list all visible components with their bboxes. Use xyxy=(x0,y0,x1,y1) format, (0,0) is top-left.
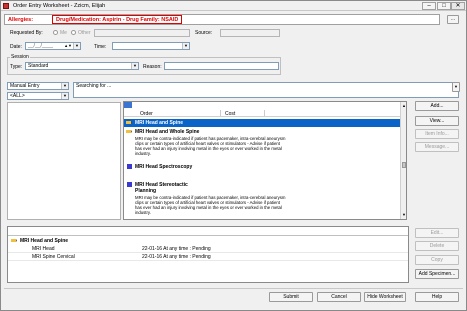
order-detail: 22-01-16 At any time : Pending xyxy=(142,254,211,260)
item-info-button[interactable]: Item Info... xyxy=(415,129,459,139)
type-label: Type: xyxy=(10,64,23,70)
col-order[interactable]: Order xyxy=(140,111,153,117)
list-item[interactable]: MRI Head Stereotactic Planning MRI may b… xyxy=(124,181,400,219)
window-title: Order Entry Worksheet - Zzicm, Elijah xyxy=(13,3,106,9)
search-input[interactable]: Searching for ... xyxy=(73,82,459,98)
footer-divider xyxy=(4,288,463,289)
allergy-bar: Allergies: Drug/Medication: Aspirin - Dr… xyxy=(4,14,440,25)
time-label: Time: xyxy=(94,44,107,50)
scroll-thumb[interactable] xyxy=(402,162,406,168)
cancel-button[interactable]: Cancel xyxy=(317,292,361,302)
date-value: __/__/____ xyxy=(28,43,54,49)
order-name: MRI Head xyxy=(32,246,55,252)
requested-by-input[interactable] xyxy=(94,29,190,37)
edit-button[interactable]: Edit... xyxy=(415,228,459,238)
view-button[interactable]: View... xyxy=(415,116,459,126)
order-icon xyxy=(11,239,17,242)
allergy-value[interactable]: Drug/Medication: Aspirin - Drug Family: … xyxy=(52,15,183,24)
help-button[interactable]: Help xyxy=(415,292,459,302)
date-dropdown-icon[interactable]: ▼ xyxy=(73,43,80,49)
type-value: Standard xyxy=(28,63,49,69)
order-detail: 22-01-16 At any time : Pending xyxy=(142,246,211,252)
reason-input[interactable] xyxy=(164,62,279,70)
date-label: Date: xyxy=(10,44,22,50)
order-name: MRI Spine Cervical xyxy=(32,254,75,260)
me-radio-label: Me xyxy=(60,30,67,36)
type-dropdown-icon[interactable]: ▼ xyxy=(131,63,138,69)
requested-by-label: Requested By: xyxy=(10,30,43,36)
add-specimen-button[interactable]: Add Specimen... xyxy=(415,269,459,279)
order-icon xyxy=(127,164,132,169)
results-list: Order Cost MRI Head and Spine MRI Head a… xyxy=(123,101,407,220)
order-icon xyxy=(126,130,132,133)
list-item-desc: MRI may be contra-indicated if patient h… xyxy=(135,136,286,156)
entry-mode-dropdown-icon[interactable]: ▼ xyxy=(61,83,68,89)
scope-select[interactable]: <ALL> ▼ xyxy=(7,92,69,100)
date-input[interactable]: __/__/____ ▲▼ ▼ xyxy=(25,42,81,50)
order-entry-window: Order Entry Worksheet - Zzicm, Elijah – … xyxy=(0,0,467,311)
order-icon xyxy=(127,182,132,187)
order-icon xyxy=(126,121,132,124)
scope-dropdown-icon[interactable]: ▼ xyxy=(61,93,68,99)
results-scrollbar[interactable]: ▲ ▼ xyxy=(400,102,406,219)
worksheet-group-row[interactable]: MRI Head and Spine xyxy=(8,237,408,245)
search-label: Searching for ... xyxy=(76,83,112,89)
list-item-label: MRI Head and Whole Spine xyxy=(135,129,200,135)
col-divider xyxy=(220,110,221,117)
message-button[interactable]: Message... xyxy=(415,142,459,152)
scroll-up-icon[interactable]: ▲ xyxy=(402,103,406,108)
other-radio[interactable] xyxy=(71,30,76,35)
worksheet-list: MRI Head and Spine MRI Head 22-01-16 At … xyxy=(7,226,409,283)
list-item-label: MRI Head Spectroscopy xyxy=(135,164,193,170)
maximize-button[interactable]: □ xyxy=(437,2,451,10)
entry-mode-value: Manual Entry xyxy=(10,83,40,89)
list-item[interactable]: MRI Head and Whole Spine MRI may be cont… xyxy=(124,128,400,162)
source-input[interactable] xyxy=(220,29,280,37)
minimize-button[interactable]: – xyxy=(422,2,436,10)
close-button[interactable]: ✕ xyxy=(451,2,465,10)
other-radio-label: Other xyxy=(78,30,91,36)
submit-button[interactable]: Submit xyxy=(269,292,313,302)
hide-worksheet-button[interactable]: Hide Worksheet xyxy=(364,292,406,302)
search-dropdown-icon[interactable]: ▼ xyxy=(452,82,460,92)
col-divider xyxy=(264,110,265,117)
scope-value: <ALL> xyxy=(10,93,25,99)
delete-button[interactable]: Delete xyxy=(415,241,459,251)
list-item[interactable]: MRI Head and Spine xyxy=(124,119,400,127)
type-select[interactable]: Standard ▼ xyxy=(25,62,139,70)
title-bar: Order Entry Worksheet - Zzicm, Elijah – … xyxy=(1,1,466,11)
list-item-label: MRI Head and Spine xyxy=(135,120,184,126)
reason-label: Reason: xyxy=(143,64,162,70)
table-row[interactable]: MRI Head 22-01-16 At any time : Pending xyxy=(8,245,408,253)
me-radio[interactable] xyxy=(53,30,58,35)
worksheet-header xyxy=(8,227,408,236)
add-button[interactable]: Add... xyxy=(415,101,459,111)
list-item-label: MRI Head Stereotactic Planning xyxy=(135,182,188,194)
session-title: Session xyxy=(10,54,30,60)
app-icon xyxy=(3,3,9,9)
col-cost[interactable]: Cost xyxy=(225,111,235,117)
allergy-more-button[interactable]: ... xyxy=(447,15,459,24)
folder-tree[interactable] xyxy=(7,102,121,220)
time-dropdown-icon[interactable]: ▼ xyxy=(182,43,189,49)
worksheet-group-label: MRI Head and Spine xyxy=(20,238,69,244)
time-input[interactable]: ▼ xyxy=(112,42,190,50)
source-label: Source: xyxy=(195,30,213,36)
entry-mode-select[interactable]: Manual Entry ▼ xyxy=(7,82,69,90)
date-spin-icon[interactable]: ▲▼ xyxy=(64,43,72,49)
results-header-checkbox[interactable] xyxy=(124,102,132,108)
table-row[interactable]: MRI Spine Cervical 22-01-16 At any time … xyxy=(8,253,408,261)
list-item[interactable]: MRI Head Spectroscopy xyxy=(124,163,400,171)
copy-button[interactable]: Copy xyxy=(415,255,459,265)
list-item-desc: MRI may be contra-indicated if patient h… xyxy=(135,195,286,215)
scroll-down-icon[interactable]: ▼ xyxy=(402,212,406,217)
results-header: Order Cost xyxy=(124,110,400,117)
allergies-label: Allergies: xyxy=(8,17,34,23)
